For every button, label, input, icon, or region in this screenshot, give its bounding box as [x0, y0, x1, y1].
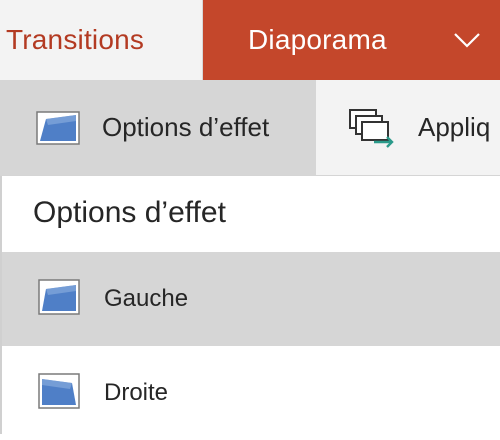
- tab-transitions[interactable]: Transitions: [0, 0, 203, 80]
- apply-to-all-button[interactable]: Appliq: [316, 80, 500, 175]
- apply-to-all-icon: [348, 108, 396, 148]
- effect-options-button[interactable]: Options d’effet: [0, 80, 316, 175]
- chevron-down-icon: [452, 24, 482, 56]
- ribbon-toolbar: Options d’effet Appliq: [0, 80, 500, 176]
- effect-options-label: Options d’effet: [102, 112, 270, 142]
- effect-options-window: Transitions Diaporama Options d’effet Ap…: [0, 0, 500, 440]
- option-gauche[interactable]: Gauche: [0, 252, 500, 346]
- effect-options-icon: [36, 110, 80, 145]
- option-gauche-label: Gauche: [104, 285, 189, 312]
- panel-left-border: [0, 176, 2, 434]
- effect-left-icon: [38, 278, 80, 320]
- ribbon-tabbar: Transitions Diaporama: [0, 0, 500, 80]
- option-droite-label: Droite: [104, 379, 169, 406]
- effect-right-icon: [38, 372, 80, 414]
- panel-title: Options d’effet: [33, 196, 226, 229]
- tab-transitions-label: Transitions: [6, 24, 145, 55]
- option-droite[interactable]: Droite: [0, 346, 500, 440]
- more-tabs-button[interactable]: [433, 0, 500, 80]
- apply-to-all-label: Appliq: [418, 112, 491, 142]
- effect-options-panel: Options d’effet Gauche Droite: [0, 176, 500, 440]
- tab-diaporama-label: Diaporama: [248, 24, 387, 55]
- tab-diaporama[interactable]: Diaporama: [203, 0, 433, 80]
